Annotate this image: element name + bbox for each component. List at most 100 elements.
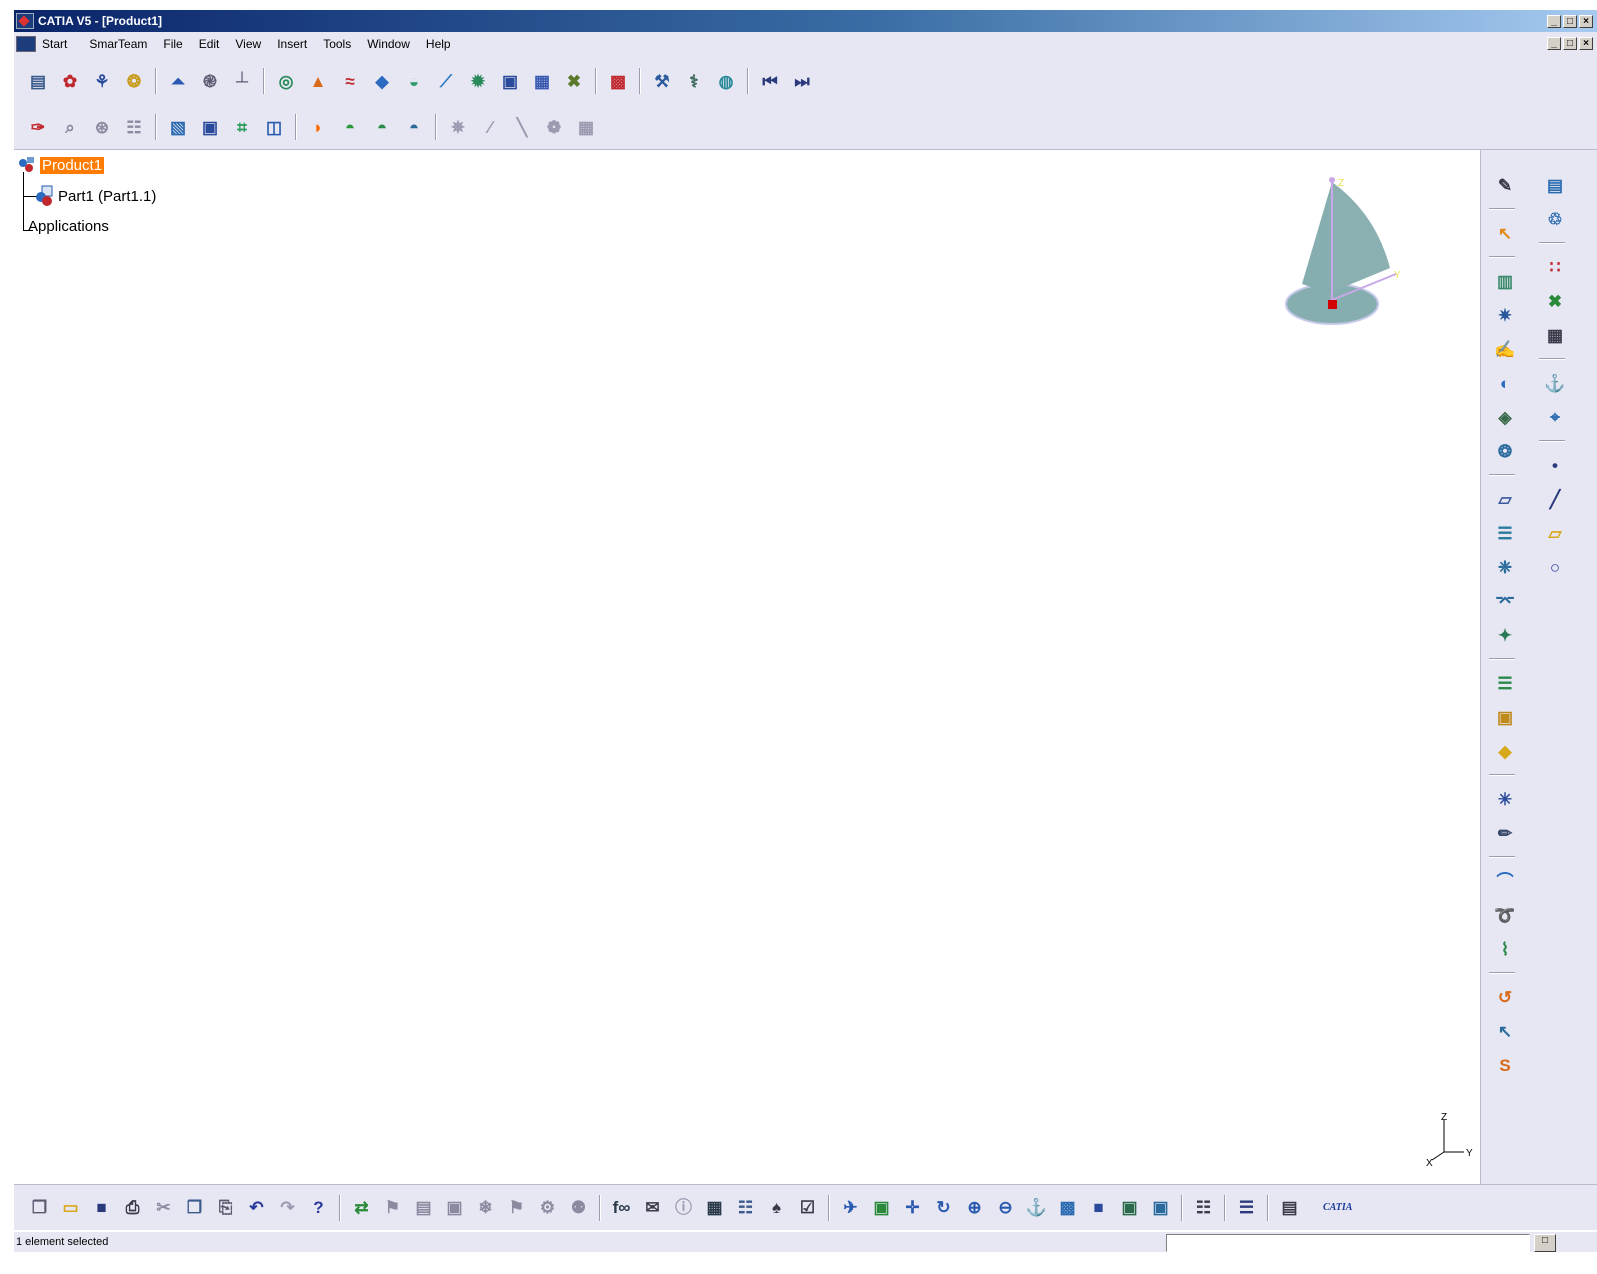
fit-all-icon[interactable]: ▣ (868, 1194, 895, 1222)
print-icon[interactable]: ⎙ (119, 1194, 146, 1222)
pan-icon[interactable]: ✛ (899, 1194, 926, 1222)
sketcher-icon[interactable]: ✎ (1489, 170, 1521, 200)
menu-tools[interactable]: Tools (323, 37, 351, 51)
menu-edit[interactable]: Edit (199, 37, 220, 51)
wireframe-icon[interactable]: ▥ (1489, 266, 1521, 296)
join-icon[interactable]: ▣ (496, 67, 524, 95)
menu-insert[interactable]: Insert (277, 37, 307, 51)
catalog-browser-icon[interactable]: ▤ (410, 1194, 437, 1222)
view-mode-2-icon[interactable]: ▣ (196, 113, 224, 141)
bridge-icon[interactable]: ⌤ (1489, 586, 1521, 616)
3d-viewport[interactable]: Product1 Part1 (Part1.1) Applications Z … (14, 150, 1480, 1184)
close-button[interactable]: × (1579, 14, 1593, 28)
compass-tool-icon[interactable]: ⌖ (1539, 402, 1571, 432)
replace-icon[interactable]: ❂ (120, 67, 148, 95)
last-icon[interactable]: ⏭ (788, 67, 816, 95)
point-icon[interactable]: • (1539, 450, 1571, 480)
extrude-icon[interactable]: ◎ (272, 67, 300, 95)
menu-start[interactable]: Start (42, 37, 67, 51)
replace-tool-icon[interactable]: ▣ (441, 1194, 468, 1222)
boundary-icon[interactable]: ☷ (120, 113, 148, 141)
menu-smarteam[interactable]: SmarTeam (89, 37, 147, 51)
sketch-icon[interactable]: ✑ (24, 113, 52, 141)
menu-help[interactable]: Help (426, 37, 451, 51)
s-curve-icon[interactable]: S (1489, 1050, 1521, 1080)
axis-system-icon[interactable]: ┴ (228, 67, 256, 95)
command-button[interactable]: □ (1534, 1234, 1556, 1252)
tools-palette-icon[interactable]: ☷ (1190, 1194, 1217, 1222)
rotate-view-icon[interactable]: ↻ (930, 1194, 957, 1222)
curve-edit-icon[interactable]: ✏ (1489, 818, 1521, 848)
instantiate-icon[interactable]: ⚑ (379, 1194, 406, 1222)
part-node-label[interactable]: Part1 (Part1.1) (58, 188, 156, 205)
intersection-icon[interactable]: ⊛ (88, 113, 116, 141)
save-icon[interactable]: ■ (88, 1194, 115, 1222)
applications-label[interactable]: Applications (28, 218, 109, 235)
redo-icon[interactable]: ↷ (274, 1194, 301, 1222)
scatter-icon[interactable]: ✵ (444, 113, 472, 141)
rotate-icon[interactable]: ♲ (1539, 204, 1571, 234)
render-style-icon[interactable]: ■ (1085, 1194, 1112, 1222)
hatch-icon[interactable]: ❂ (1489, 436, 1521, 466)
settings-icon[interactable]: ⚙ (534, 1194, 561, 1222)
check-icon[interactable]: ☑ (794, 1194, 821, 1222)
analysis-icon[interactable]: ⚒ (648, 67, 676, 95)
catalog-icon[interactable]: ▤ (24, 67, 52, 95)
circle-surface-icon[interactable]: ◐ (1489, 368, 1521, 398)
connect-icon[interactable]: ⌇ (1489, 934, 1521, 964)
menu-file[interactable]: File (163, 37, 182, 51)
doc-minimize-button[interactable]: _ (1547, 37, 1561, 50)
polyline-icon[interactable]: ╲ (508, 113, 536, 141)
doc-maximize-button[interactable]: □ (1563, 37, 1577, 50)
update-icon[interactable]: ⇄ (348, 1194, 375, 1222)
offset-icon[interactable]: ✹ (464, 67, 492, 95)
loft-icon[interactable]: ◒ (400, 67, 428, 95)
dome-orange-icon[interactable]: ◗ (304, 113, 332, 141)
product-icon[interactable]: ⚘ (88, 67, 116, 95)
menu-window[interactable]: Window (367, 37, 410, 51)
select-icon[interactable]: ↖ (1489, 218, 1521, 248)
first-icon[interactable]: ⏮ (756, 67, 784, 95)
product-node-label[interactable]: Product1 (40, 156, 105, 174)
shape-icon[interactable]: ◈ (1489, 402, 1521, 432)
undo-icon[interactable]: ↶ (243, 1194, 270, 1222)
gem-icon[interactable]: ◆ (1489, 736, 1521, 766)
open-icon[interactable]: ▭ (57, 1194, 84, 1222)
spider-icon[interactable]: ✳ (1489, 784, 1521, 814)
plane-tool-icon[interactable]: ▱ (1489, 484, 1521, 514)
knowledge-icon[interactable]: ⚕ (680, 67, 708, 95)
menu-view[interactable]: View (235, 37, 261, 51)
fill-icon[interactable]: ◆ (368, 67, 396, 95)
curve-icon[interactable]: ∕ (476, 113, 504, 141)
trim-icon[interactable]: ✖ (560, 67, 588, 95)
part-design-icon[interactable]: ⚑ (503, 1194, 530, 1222)
deform-icon[interactable]: ❈ (1489, 552, 1521, 582)
tree-icon[interactable]: ⚉ (565, 1194, 592, 1222)
table-tool-icon[interactable]: ▦ (701, 1194, 728, 1222)
hierarchy-icon[interactable]: ☷ (732, 1194, 759, 1222)
blend-icon[interactable]: ⟋ (432, 67, 460, 95)
new-icon[interactable]: ❐ (26, 1194, 53, 1222)
dome-green-icon[interactable]: ◓ (336, 113, 364, 141)
command-input[interactable] (1166, 1234, 1530, 1252)
paste-icon[interactable]: ⎘ (212, 1194, 239, 1222)
box-icon[interactable]: ▣ (1489, 702, 1521, 732)
tree-node-applications[interactable]: Applications (28, 218, 109, 235)
zoom-out-icon[interactable]: ⊖ (992, 1194, 1019, 1222)
hide-show-icon[interactable]: ▣ (1116, 1194, 1143, 1222)
split-icon[interactable]: ▦ (528, 67, 556, 95)
fly-icon[interactable]: ✈ (837, 1194, 864, 1222)
copy-object-icon[interactable]: ❄ (472, 1194, 499, 1222)
cloud-icon[interactable]: ❁ (540, 113, 568, 141)
zoom-in-icon[interactable]: ⊕ (961, 1194, 988, 1222)
points-grid-icon[interactable]: ∷ (1539, 252, 1571, 282)
symmetry-icon[interactable]: ⚓ (1539, 368, 1571, 398)
views-icon[interactable]: ▩ (1054, 1194, 1081, 1222)
shaded-icon[interactable]: ▤ (1539, 170, 1571, 200)
whats-this-icon[interactable]: ? (305, 1194, 332, 1222)
projection-icon[interactable]: ⌕ (56, 113, 84, 141)
measure-icon[interactable]: ▩ (604, 67, 632, 95)
swap-space-icon[interactable]: ▣ (1147, 1194, 1174, 1222)
circle-icon[interactable]: ○ (1539, 552, 1571, 582)
corner-icon[interactable]: ↖ (1489, 1016, 1521, 1046)
